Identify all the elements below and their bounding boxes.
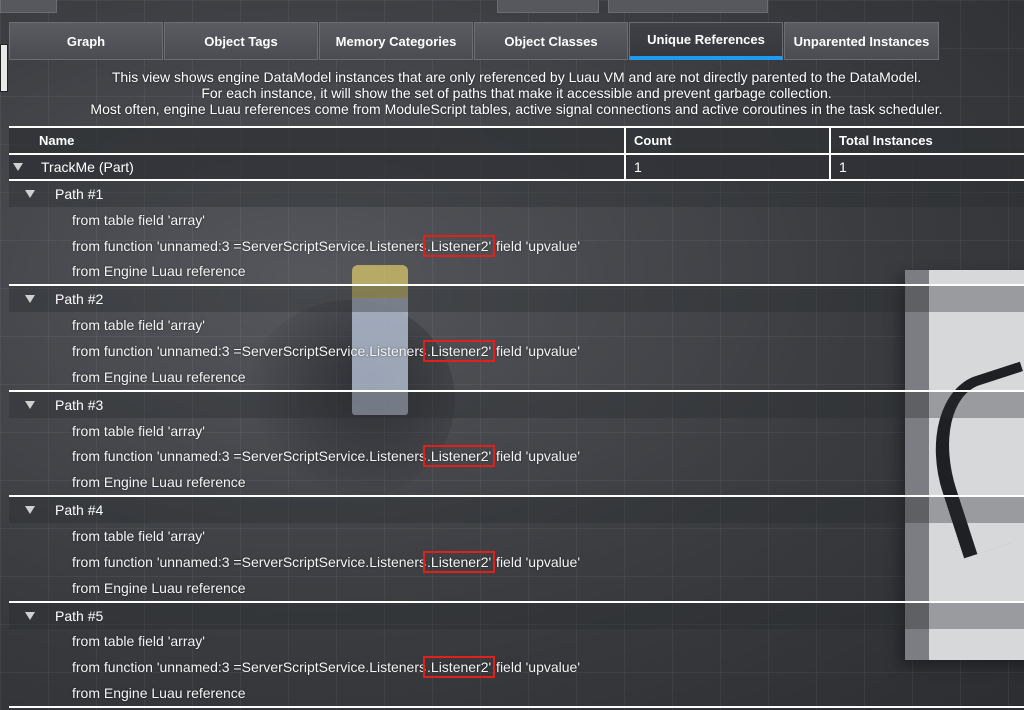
path-label: Path #2	[55, 291, 104, 308]
reference-text: field 'upvalue'	[492, 553, 581, 570]
path-label: Path #5	[55, 607, 104, 624]
path-group: Path #4 from table field 'array' from func…	[9, 497, 1024, 603]
reference-line: from function 'unnamed:3 =ServerScriptSe…	[9, 338, 1024, 364]
reference-text: from function 'unnamed:3 =ServerScriptSe…	[72, 343, 427, 360]
path-header-row[interactable]: Path #2	[9, 286, 1024, 313]
column-header-total-instances[interactable]: Total Instances	[831, 128, 1024, 153]
reference-line: from table field 'array'	[72, 528, 205, 545]
column-header-count[interactable]: Count	[626, 128, 831, 153]
expand-caret-icon[interactable]	[25, 295, 35, 304]
highlighted-listener-ref: .Listener2'	[423, 550, 496, 573]
path-list: Path #1 from table field 'array' from func…	[9, 181, 1024, 708]
highlighted-listener-ref: .Listener2'	[423, 234, 496, 257]
reference-text: from function 'unnamed:3 =ServerScriptSe…	[72, 237, 427, 254]
reference-text: from function 'unnamed:3 =ServerScriptSe…	[72, 659, 427, 676]
path-header-row[interactable]: Path #3	[9, 391, 1024, 418]
reference-text: from function 'unnamed:3 =ServerScriptSe…	[72, 448, 427, 465]
highlighted-listener-ref: .Listener2'	[423, 656, 496, 679]
description-line: Most often, engine Luau references come …	[90, 101, 943, 117]
reference-line: from function 'unnamed:3 =ServerScriptSe…	[9, 444, 1024, 470]
expand-caret-icon[interactable]	[25, 190, 35, 198]
path-label: Path #4	[55, 502, 104, 519]
tab-graph[interactable]: Graph	[9, 22, 163, 60]
reference-line: from Engine Luau reference	[72, 368, 246, 385]
reference-line: from Engine Luau reference	[72, 474, 246, 491]
expand-caret-icon[interactable]	[25, 400, 35, 409]
path-group: Path #3 from table field 'array' from func…	[9, 391, 1024, 498]
reference-line: from function 'unnamed:3 =ServerScriptSe…	[9, 549, 1024, 575]
reference-text: field 'upvalue'	[492, 659, 581, 676]
reference-line: from table field 'array'	[72, 317, 205, 334]
reference-text: from function 'unnamed:3 =ServerScriptSe…	[72, 553, 427, 570]
instance-row[interactable]: TrackMe (Part) 1 1	[9, 155, 1024, 181]
instance-name: TrackMe (Part)	[41, 159, 134, 175]
expand-caret-icon[interactable]	[13, 163, 23, 171]
highlighted-listener-ref: .Listener2'	[423, 340, 496, 363]
references-table: Name Count Total Instances TrackMe (Part…	[9, 126, 1024, 708]
instance-total: 1	[839, 159, 847, 175]
reference-text: field 'upvalue'	[492, 343, 581, 360]
toolbar-stub-left[interactable]	[0, 0, 57, 13]
left-scroll-handle[interactable]	[0, 44, 8, 92]
view-description: This view shows engine DataModel instanc…	[9, 69, 1024, 117]
tab-memory-categories[interactable]: Memory Categories	[319, 22, 473, 60]
reference-text: field 'upvalue'	[492, 448, 581, 465]
instance-count: 1	[626, 155, 831, 179]
reference-line: from function 'unnamed:3 =ServerScriptSe…	[9, 654, 1024, 680]
highlighted-listener-ref: .Listener2'	[423, 445, 496, 468]
tab-bar: Graph Object Tags Memory Categories Obje…	[9, 22, 940, 60]
column-header-name[interactable]: Name	[9, 128, 626, 153]
path-header-row[interactable]: Path #5	[9, 602, 1024, 629]
toolbar-stub-middle[interactable]	[497, 0, 599, 13]
tab-object-classes[interactable]: Object Classes	[474, 22, 628, 60]
reference-line: from table field 'array'	[72, 422, 205, 439]
instance-name-cell: TrackMe (Part)	[9, 155, 626, 179]
path-header-row[interactable]: Path #4	[9, 497, 1024, 524]
path-group: Path #1 from table field 'array' from func…	[9, 181, 1024, 287]
expand-caret-icon[interactable]	[25, 506, 35, 515]
toolbar-stub-right[interactable]	[608, 0, 768, 13]
path-header-row[interactable]: Path #1	[9, 181, 1024, 207]
path-label: Path #1	[55, 186, 104, 202]
reference-line: from table field 'array'	[72, 211, 205, 228]
description-line: This view shows engine DataModel instanc…	[111, 69, 922, 85]
reference-line: from Engine Luau reference	[72, 579, 246, 596]
path-label: Path #3	[55, 396, 104, 413]
table-header: Name Count Total Instances	[9, 126, 1024, 155]
tab-object-tags[interactable]: Object Tags	[164, 22, 318, 60]
reference-line: from Engine Luau reference	[72, 263, 246, 280]
reference-line: from table field 'array'	[72, 633, 205, 650]
path-group: Path #5 from table field 'array' from func…	[9, 602, 1024, 708]
reference-line: from Engine Luau reference	[72, 685, 246, 702]
reference-line: from function 'unnamed:3 =ServerScriptSe…	[9, 233, 1024, 259]
tab-unique-references[interactable]: Unique References	[629, 22, 783, 60]
tab-unparented-instances[interactable]: Unparented Instances	[784, 22, 939, 60]
reference-text: field 'upvalue'	[492, 237, 581, 254]
description-line: For each instance, it will show the set …	[201, 85, 832, 101]
expand-caret-icon[interactable]	[25, 611, 35, 620]
path-group: Path #2 from table field 'array' from func…	[9, 286, 1024, 392]
